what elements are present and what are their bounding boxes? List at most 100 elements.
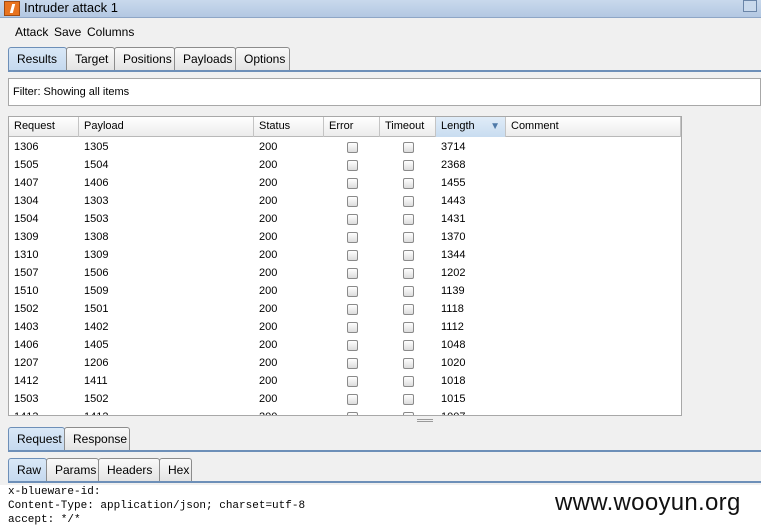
cell-status: 200 [259,375,278,387]
checkbox[interactable] [346,393,358,405]
checkbox[interactable] [402,213,414,225]
window-title: Intruder attack 1 [24,0,118,15]
checkbox[interactable] [402,267,414,279]
table-row[interactable]: 1505 1504 200 2368 [9,156,681,174]
cell-error [324,138,380,156]
table-row[interactable]: 14131412200 1007 [9,408,681,415]
checkbox[interactable] [346,339,358,351]
checkbox[interactable] [346,231,358,243]
cell-timeout [380,264,436,282]
col-comment[interactable]: Comment [506,117,681,137]
tab-payloads[interactable]: Payloads [174,47,236,71]
table-row[interactable]: 1502 1501 200 1118 [9,300,681,318]
checkbox[interactable] [346,411,358,415]
cell-length: 1018 [441,375,466,387]
cell-payload: 1412 [79,408,254,415]
table-row[interactable]: 1306 1305 200 3714 [9,138,681,156]
checkbox[interactable] [346,159,358,171]
menu-columns[interactable]: Columns [87,25,134,39]
table-row[interactable]: 1403 1402 200 1112 [9,318,681,336]
checkbox[interactable] [346,267,358,279]
checkbox[interactable] [402,285,414,297]
menu-save[interactable]: Save [54,25,81,39]
checkbox[interactable] [346,213,358,225]
checkbox[interactable] [402,357,414,369]
table-row[interactable]: 1412 1411 200 1018 [9,372,681,390]
table-row[interactable]: 1510 1509 200 1139 [9,282,681,300]
checkbox[interactable] [402,321,414,333]
tab-params[interactable]: Params [46,458,99,482]
cell-request: 1207 [14,357,39,369]
checkbox[interactable] [346,303,358,315]
checkbox[interactable] [402,141,414,153]
cell-error [324,282,380,300]
tab-target[interactable]: Target [66,47,115,71]
table-row[interactable]: 1407 1406 200 1455 [9,174,681,192]
tab-options[interactable]: Options [235,47,290,71]
cell-length: 3714 [441,141,466,153]
tab-results[interactable]: Results [8,47,67,71]
cell-timeout [380,318,436,336]
checkbox[interactable] [402,231,414,243]
cell-error [324,300,380,318]
checkbox[interactable] [402,303,414,315]
menu-attack[interactable]: Attack [15,25,48,39]
cell-timeout [380,210,436,228]
table-row[interactable]: 1310 1309 200 1344 [9,246,681,264]
tab-headers[interactable]: Headers [98,458,160,482]
checkbox[interactable] [402,339,414,351]
col-error[interactable]: Error [324,117,380,137]
cell-comment [506,156,681,174]
checkbox[interactable] [402,159,414,171]
cell-payload: 1411 [84,375,108,387]
cell-error [324,408,380,415]
table-row[interactable]: 1504 1503 200 1431 [9,210,681,228]
checkbox[interactable] [402,195,414,207]
table-row[interactable]: 1207 1206 200 1020 [9,354,681,372]
checkbox[interactable] [402,411,414,415]
table-row[interactable]: 1304 1303 200 1443 [9,192,681,210]
cell-comment [506,282,681,300]
table-row[interactable]: 1406 1405 200 1048 [9,336,681,354]
tab-request[interactable]: Request [8,427,65,451]
checkbox[interactable] [346,195,358,207]
checkbox[interactable] [346,285,358,297]
table-row[interactable]: 1507 1506 200 1202 [9,264,681,282]
checkbox[interactable] [346,141,358,153]
tab-response[interactable]: Response [64,427,130,451]
checkbox[interactable] [346,177,358,189]
col-request[interactable]: Request [9,117,79,137]
checkbox[interactable] [346,375,358,387]
checkbox[interactable] [346,321,358,333]
col-status[interactable]: Status [254,117,324,137]
col-length-label: Length [441,120,475,132]
tab-hex[interactable]: Hex [159,458,192,482]
checkbox[interactable] [346,249,358,261]
checkbox[interactable] [402,375,414,387]
col-length[interactable]: Length ▼ [436,117,506,137]
checkbox[interactable] [402,393,414,405]
editor-line: x-blueware-id: [8,486,101,498]
cell-payload: 1405 [84,339,109,351]
cell-error [324,318,380,336]
checkbox[interactable] [346,357,358,369]
cell-length: 1443 [441,195,466,207]
cell-payload: 1308 [84,231,109,243]
filter-bar[interactable]: Filter: Showing all items [8,78,761,106]
splitter-handle[interactable] [417,419,433,422]
cell-timeout [380,246,436,264]
window-control-button[interactable] [743,0,757,12]
cell-request: 1309 [14,231,39,243]
cell-request: 1407 [14,177,39,189]
tab-raw[interactable]: Raw [8,458,47,482]
col-payload[interactable]: Payload [79,117,254,137]
checkbox[interactable] [402,249,414,261]
col-timeout[interactable]: Timeout [380,117,436,137]
cell-payload: 1406 [84,177,109,189]
table-row[interactable]: 1309 1308 200 1370 [9,228,681,246]
table-row[interactable]: 1503 1502 200 1015 [9,390,681,408]
cell-request: 1306 [14,141,39,153]
cell-request: 1304 [14,195,39,207]
tab-positions[interactable]: Positions [114,47,175,71]
checkbox[interactable] [402,177,414,189]
